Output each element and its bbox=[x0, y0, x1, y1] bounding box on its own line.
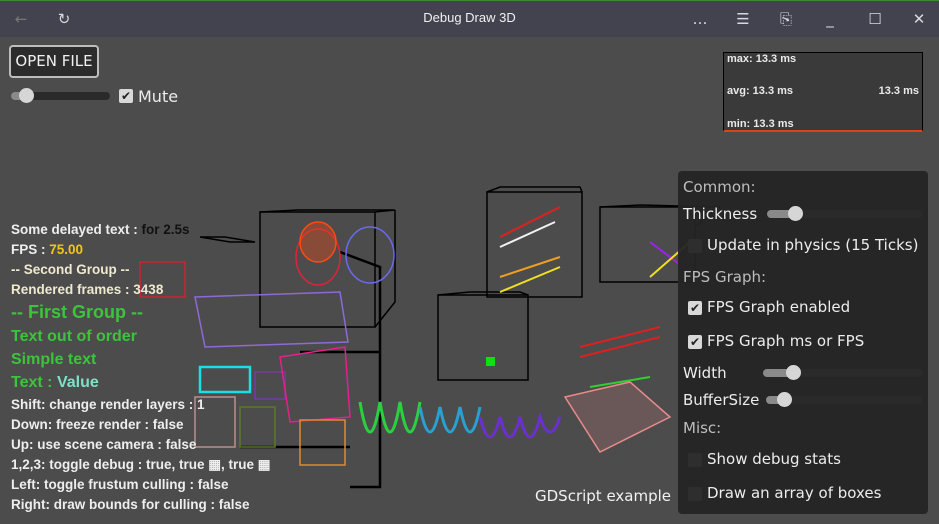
debug-text-value: Text : Value bbox=[11, 374, 99, 392]
fps-max: max: 13.3 ms bbox=[727, 53, 797, 65]
update-physics-checkbox[interactable] bbox=[688, 239, 702, 253]
menu-icon[interactable]: ☰ bbox=[731, 7, 755, 31]
fps-graph-enabled-label: FPS Graph enabled bbox=[707, 298, 851, 316]
settings-panel: Common: Thickness Update in physics (15 … bbox=[678, 171, 928, 514]
delayed-value: for 2.5s bbox=[141, 222, 190, 237]
mute-label: Mute bbox=[138, 87, 179, 106]
misc-header: Misc: bbox=[683, 419, 722, 437]
volume-slider-knob[interactable] bbox=[19, 88, 34, 103]
fps-value: 75.00 bbox=[49, 242, 84, 257]
debug-first-group: -- First Group -- bbox=[11, 302, 143, 322]
debug-up: Up: use scene camera : false bbox=[11, 437, 197, 452]
debug-second-group: -- Second Group -- bbox=[11, 262, 130, 277]
debug-fps: FPS : 75.00 bbox=[11, 242, 83, 257]
fps-graph-header: FPS Graph: bbox=[683, 268, 767, 286]
delayed-label: Some delayed text : bbox=[11, 222, 142, 237]
scene-label: GDScript example bbox=[535, 487, 672, 505]
fps-graph: max: 13.3 ms avg: 13.3 ms 13.3 ms min: 1… bbox=[723, 52, 923, 132]
buffer-size-slider[interactable] bbox=[766, 392, 923, 407]
fps-avg: avg: 13.3 ms bbox=[727, 85, 794, 97]
mute-checkbox[interactable]: ✔ bbox=[119, 89, 133, 103]
minimize-icon[interactable]: _ bbox=[818, 7, 842, 31]
reload-icon[interactable]: ↻ bbox=[52, 7, 76, 31]
debug-down: Down: freeze render : false bbox=[11, 417, 184, 432]
width-label: Width bbox=[683, 364, 727, 382]
debug-delayed-text: Some delayed text : for 2.5s bbox=[11, 222, 190, 237]
more-icon[interactable]: … bbox=[688, 7, 712, 31]
show-debug-stats-label: Show debug stats bbox=[707, 450, 841, 468]
fps-min: min: 13.3 ms bbox=[727, 118, 794, 130]
thickness-label: Thickness bbox=[683, 205, 758, 223]
debug-left: Left: toggle frustum culling : false bbox=[11, 477, 229, 492]
fps-graph-ms-label: FPS Graph ms or FPS bbox=[707, 332, 865, 350]
rainbow-spiral bbox=[358, 401, 562, 439]
thickness-slider[interactable] bbox=[767, 206, 923, 221]
fps-graph-ms-checkbox[interactable]: ✔ bbox=[688, 335, 702, 349]
buffer-size-label: BufferSize bbox=[683, 391, 760, 409]
text-label: Text : bbox=[11, 374, 57, 391]
back-arrow-icon[interactable]: ← bbox=[9, 7, 33, 31]
window-title: Debug Draw 3D bbox=[423, 10, 516, 25]
volume-slider[interactable] bbox=[11, 88, 110, 103]
thickness-slider-knob[interactable] bbox=[788, 206, 803, 221]
width-slider[interactable] bbox=[763, 365, 923, 380]
maximize-icon[interactable]: ☐ bbox=[863, 7, 887, 31]
show-debug-stats-checkbox[interactable] bbox=[688, 453, 702, 467]
debug-out-of-order: Text out of order bbox=[11, 328, 137, 345]
close-icon[interactable]: ✕ bbox=[907, 7, 931, 31]
debug-shift: Shift: change render layers : 1 bbox=[11, 397, 205, 412]
screenshot-icon[interactable]: ⎘ bbox=[774, 7, 798, 31]
wireframe-boxes bbox=[199, 186, 723, 489]
colored-boxes bbox=[139, 261, 351, 466]
debug-simple-text: Simple text bbox=[11, 351, 97, 368]
update-physics-label: Update in physics (15 Ticks) bbox=[707, 236, 919, 254]
debug-right: Right: draw bounds for culling : false bbox=[11, 497, 250, 512]
fps-current: 13.3 ms bbox=[878, 85, 919, 97]
width-slider-knob[interactable] bbox=[786, 365, 801, 380]
draw-boxes-checkbox[interactable] bbox=[688, 487, 702, 501]
common-header: Common: bbox=[683, 178, 756, 196]
open-file-button[interactable]: OPEN FILE bbox=[9, 45, 99, 78]
fps-graph-enabled-checkbox[interactable]: ✔ bbox=[688, 301, 702, 315]
draw-boxes-label: Draw an array of boxes bbox=[707, 484, 882, 502]
buffer-size-slider-knob[interactable] bbox=[777, 392, 792, 407]
debug-rendered-frames: Rendered frames : 3438 bbox=[11, 282, 164, 297]
grid-plane bbox=[563, 381, 672, 453]
text-value: Value bbox=[56, 374, 99, 391]
fps-label: FPS : bbox=[11, 242, 50, 257]
debug-toggle: 1,2,3: toggle debug : true, true ▦, true… bbox=[11, 457, 271, 472]
title-bar: ← ↻ Debug Draw 3D … ☰ ⎘ _ ☐ ✕ bbox=[0, 0, 939, 37]
